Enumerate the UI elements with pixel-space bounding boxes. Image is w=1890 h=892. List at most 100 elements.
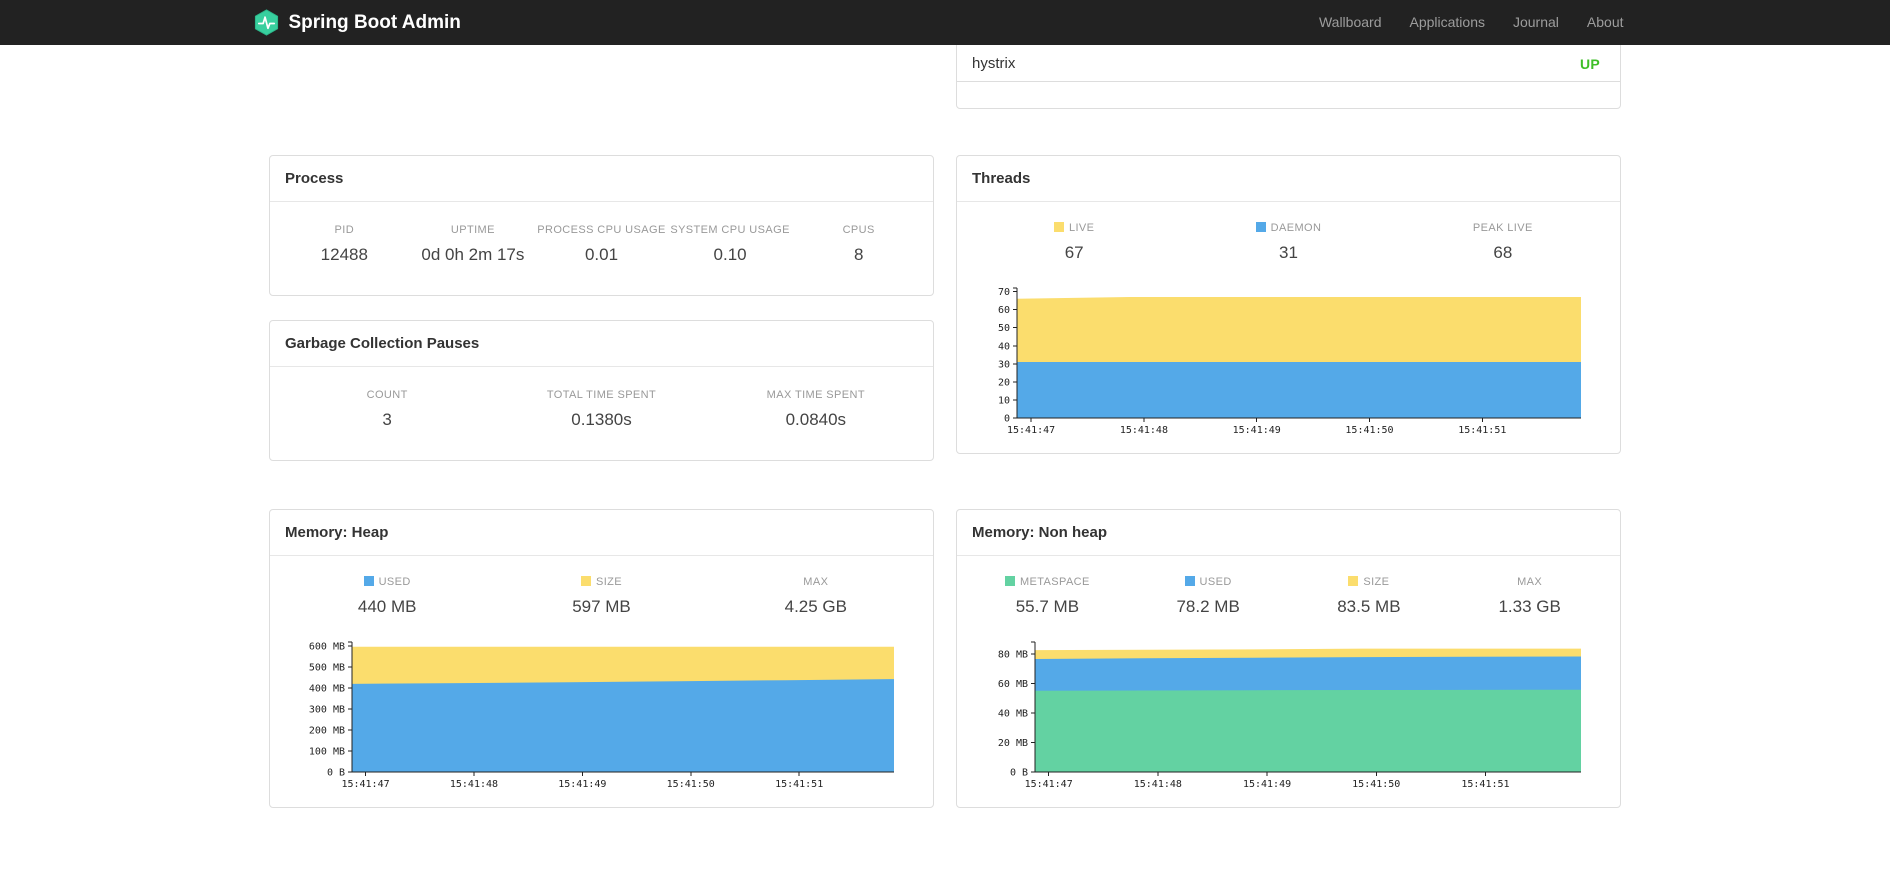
- svg-text:20: 20: [997, 377, 1009, 388]
- svg-text:15:41:47: 15:41:47: [1007, 425, 1055, 436]
- memory-heap-chart: 0 B 100 MB 200 MB 300 MB 400 MB 500 MB 600 MB 1…: [308, 641, 894, 790]
- threads-panel-title: Threads: [957, 156, 1620, 202]
- memory-heap-panel-title: Memory: Heap: [270, 510, 933, 556]
- stat-label: COUNT: [366, 389, 408, 401]
- svg-text:40: 40: [997, 341, 1009, 352]
- nonheap-chart-area: 0 B 20 MB 40 MB 60 MB 80 MB 15:41:47 15:41:48 1…: [957, 631, 1620, 807]
- daemon-legend-swatch: [1255, 222, 1266, 232]
- stat-label-text: USED: [378, 576, 411, 588]
- svg-text:15:41:49: 15:41:49: [558, 779, 606, 790]
- svg-text:30: 30: [997, 359, 1009, 370]
- nav-link-about[interactable]: About: [1573, 0, 1638, 45]
- svg-text:0: 0: [1003, 414, 1009, 425]
- stat-heap-used: USED 440 MB: [280, 576, 494, 617]
- threads-stats: LIVE 67 DAEMON 31 PEAK LIVE 68: [957, 202, 1620, 277]
- stat-nonheap-metaspace: METASPACE 55.7 MB: [967, 576, 1128, 617]
- stat-value: 12488: [320, 245, 368, 264]
- stat-system-cpu-usage: SYSTEM CPU USAGE 0.10: [666, 224, 795, 265]
- stat-value: 1.33 GB: [1498, 597, 1561, 616]
- gc-panel-title: Garbage Collection Pauses: [270, 321, 933, 367]
- stat-label-text: SIZE: [1363, 576, 1390, 588]
- stat-label: PID: [334, 224, 355, 236]
- row3-right-col: Memory: Non heap METASPACE 55.7 MB USED …: [956, 509, 1621, 808]
- stat-cpus: CPUS 8: [794, 224, 923, 265]
- memory-nonheap-chart: 0 B 20 MB 40 MB 60 MB 80 MB 15:41:47 15:41:48 1…: [997, 641, 1581, 790]
- svg-text:600 MB: 600 MB: [308, 642, 344, 653]
- process-stats: PID 12488 UPTIME 0d 0h 2m 17s PROCESS CP…: [270, 202, 933, 295]
- row-applications: hystrix UP: [269, 0, 1621, 109]
- svg-text:15:41:48: 15:41:48: [1133, 779, 1181, 790]
- brand-link[interactable]: Spring Boot Admin: [253, 9, 461, 36]
- stat-value: 67: [1064, 243, 1084, 262]
- metaspace-legend-swatch: [1004, 576, 1015, 586]
- svg-text:500 MB: 500 MB: [308, 663, 344, 674]
- stat-label: MAX: [1517, 576, 1543, 588]
- svg-text:400 MB: 400 MB: [308, 684, 344, 695]
- brand-title: Spring Boot Admin: [288, 11, 461, 33]
- stat-value: 0.1380s: [571, 410, 632, 429]
- application-name[interactable]: hystrix: [972, 55, 1015, 72]
- stat-label: PROCESS CPU USAGE: [537, 224, 666, 236]
- svg-text:80 MB: 80 MB: [997, 649, 1027, 660]
- row1-left-spacer: [269, 45, 934, 109]
- svg-text:15:41:50: 15:41:50: [666, 779, 714, 790]
- used-legend-swatch: [363, 576, 374, 586]
- svg-text:40 MB: 40 MB: [997, 708, 1027, 719]
- svg-text:300 MB: 300 MB: [308, 705, 344, 716]
- memory-nonheap-panel: Memory: Non heap METASPACE 55.7 MB USED …: [956, 509, 1621, 808]
- stat-value: 68: [1493, 243, 1513, 262]
- svg-text:50: 50: [997, 323, 1009, 334]
- svg-text:0 B: 0 B: [1009, 768, 1027, 779]
- stat-threads-daemon: DAEMON 31: [1181, 222, 1395, 263]
- stat-uptime: UPTIME 0d 0h 2m 17s: [409, 224, 538, 265]
- stat-label: USED: [1128, 576, 1289, 588]
- stat-process-cpu-usage: PROCESS CPU USAGE 0.01: [537, 224, 666, 265]
- process-panel-title: Process: [270, 156, 933, 202]
- spring-boot-admin-logo-icon: [253, 9, 280, 36]
- stat-threads-live: LIVE 67: [967, 222, 1181, 263]
- stat-nonheap-max: MAX 1.33 GB: [1449, 576, 1610, 617]
- main-content: hystrix UP Process PID 12488 UPTIME 0d 0…: [269, 0, 1621, 808]
- stat-label-text: USED: [1199, 576, 1232, 588]
- nav-link-applications[interactable]: Applications: [1395, 0, 1499, 45]
- svg-text:60 MB: 60 MB: [997, 679, 1027, 690]
- heap-chart-area: 0 B 100 MB 200 MB 300 MB 400 MB 500 MB 600 MB 1…: [270, 631, 933, 807]
- applications-panel-bottom-spacer: [957, 82, 1620, 108]
- stat-value: 597 MB: [572, 597, 631, 616]
- used-legend-swatch: [1184, 576, 1195, 586]
- svg-text:15:41:50: 15:41:50: [1345, 425, 1393, 436]
- stat-threads-peak-live: PEAK LIVE 68: [1396, 222, 1610, 263]
- svg-text:15:41:47: 15:41:47: [1024, 779, 1072, 790]
- svg-text:20 MB: 20 MB: [997, 738, 1027, 749]
- svg-text:15:41:51: 15:41:51: [775, 779, 823, 790]
- svg-text:200 MB: 200 MB: [308, 726, 344, 737]
- stat-value: 31: [1279, 243, 1298, 262]
- row2-left-col: Process PID 12488 UPTIME 0d 0h 2m 17s PR…: [269, 155, 934, 461]
- stat-gc-max-time: MAX TIME SPENT 0.0840s: [709, 389, 923, 430]
- nav-links: Wallboard Applications Journal About: [1305, 0, 1638, 45]
- stat-label: USED: [280, 576, 494, 588]
- stat-label: TOTAL TIME SPENT: [546, 389, 657, 401]
- nav-link-wallboard[interactable]: Wallboard: [1305, 0, 1396, 45]
- stat-label-text: SIZE: [595, 576, 623, 588]
- heap-stats: USED 440 MB SIZE 597 MB MAX 4.25 GB: [270, 556, 933, 631]
- nonheap-stats: METASPACE 55.7 MB USED 78.2 MB SIZE 83.5…: [957, 556, 1620, 631]
- svg-text:60: 60: [997, 305, 1009, 316]
- svg-text:15:41:48: 15:41:48: [449, 779, 497, 790]
- memory-heap-panel: Memory: Heap USED 440 MB SIZE 597 MB MAX…: [269, 509, 934, 808]
- stat-gc-count: COUNT 3: [280, 389, 494, 430]
- size-legend-swatch: [580, 576, 591, 586]
- nav-link-journal[interactable]: Journal: [1499, 0, 1573, 45]
- navbar: Spring Boot Admin Wallboard Applications…: [0, 0, 1890, 45]
- stat-heap-max: MAX 4.25 GB: [709, 576, 923, 617]
- svg-text:15:41:49: 15:41:49: [1232, 425, 1280, 436]
- svg-text:0 B: 0 B: [326, 768, 344, 779]
- stat-value: 83.5 MB: [1337, 597, 1401, 616]
- stat-label-text: LIVE: [1068, 222, 1095, 234]
- size-legend-swatch: [1348, 576, 1359, 586]
- process-panel: Process PID 12488 UPTIME 0d 0h 2m 17s PR…: [269, 155, 934, 296]
- stat-value: 440 MB: [357, 597, 417, 616]
- svg-text:100 MB: 100 MB: [308, 747, 344, 758]
- svg-text:15:41:51: 15:41:51: [1461, 779, 1509, 790]
- gc-panel: Garbage Collection Pauses COUNT 3 TOTAL …: [269, 320, 934, 461]
